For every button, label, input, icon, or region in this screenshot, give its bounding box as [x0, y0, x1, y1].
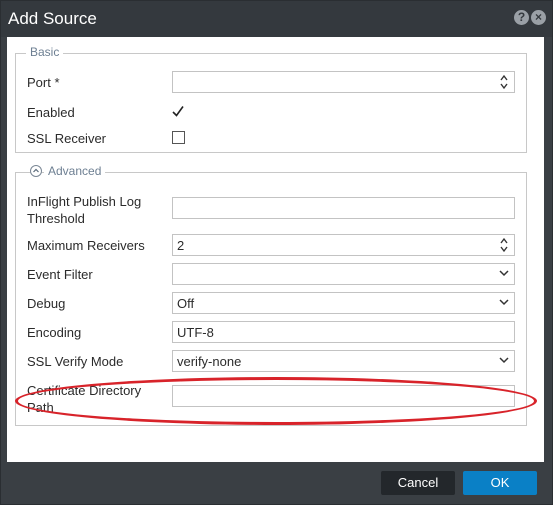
ssl-verify-mode-select[interactable]: verify-none	[172, 350, 515, 372]
cancel-button[interactable]: Cancel	[381, 471, 455, 495]
enabled-checkbox[interactable]	[172, 105, 184, 117]
ssl-receiver-checkbox[interactable]	[172, 131, 185, 144]
basic-legend: Basic	[26, 45, 64, 59]
port-label: Port *	[27, 75, 60, 90]
debug-label: Debug	[27, 296, 66, 311]
spinner-icon[interactable]	[500, 237, 508, 253]
chevron-down-icon	[499, 354, 509, 366]
cert-dir-label-line2: Path	[27, 400, 54, 415]
checkmark-icon	[172, 106, 184, 117]
cert-dir-input[interactable]	[172, 385, 515, 407]
cert-dir-label-line1: Certificate Directory	[27, 383, 142, 398]
enabled-label: Enabled	[27, 105, 75, 120]
port-input[interactable]	[172, 71, 515, 93]
event-filter-select[interactable]	[172, 263, 515, 285]
advanced-group: Advanced InFlight Publish Log Threshold …	[15, 164, 527, 426]
dialog-title: Add Source	[8, 9, 97, 28]
encoding-input[interactable]: UTF-8	[172, 321, 515, 343]
dialog-footer: Cancel OK	[1, 463, 552, 504]
dialog-content: Basic Port * Enabled SSL Receiver Advanc…	[7, 37, 544, 462]
chevron-down-icon	[499, 267, 509, 279]
max-receivers-value: 2	[177, 238, 185, 253]
chevron-up-circle-icon[interactable]	[30, 165, 42, 177]
dialog-titlebar: Add Source ? ×	[1, 1, 552, 37]
debug-select[interactable]: Off	[172, 292, 515, 314]
max-receivers-label: Maximum Receivers	[27, 238, 145, 253]
encoding-value: UTF-8	[177, 325, 214, 340]
inflight-input[interactable]	[172, 197, 515, 219]
inflight-label-line2: Threshold	[27, 211, 85, 226]
basic-group: Basic Port * Enabled SSL Receiver	[15, 45, 527, 153]
debug-value: Off	[177, 296, 195, 311]
advanced-legend: Advanced	[44, 164, 106, 178]
cert-dir-label: Certificate Directory Path	[27, 382, 141, 416]
event-filter-label: Event Filter	[27, 267, 93, 282]
ssl-verify-mode-value: verify-none	[177, 354, 242, 369]
spinner-icon[interactable]	[500, 74, 508, 90]
ssl-receiver-label: SSL Receiver	[27, 131, 106, 146]
chevron-down-icon	[499, 296, 509, 308]
ok-button[interactable]: OK	[463, 471, 537, 495]
close-icon[interactable]: ×	[531, 10, 546, 25]
encoding-label: Encoding	[27, 325, 82, 340]
ssl-verify-mode-label: SSL Verify Mode	[27, 354, 124, 369]
inflight-label-line1: InFlight Publish Log	[27, 194, 142, 209]
help-icon[interactable]: ?	[514, 10, 529, 25]
max-receivers-input[interactable]: 2	[172, 234, 515, 256]
inflight-label: InFlight Publish Log Threshold	[27, 193, 141, 227]
add-source-dialog: Add Source ? × Basic Port * Enabled SSL …	[0, 0, 553, 505]
